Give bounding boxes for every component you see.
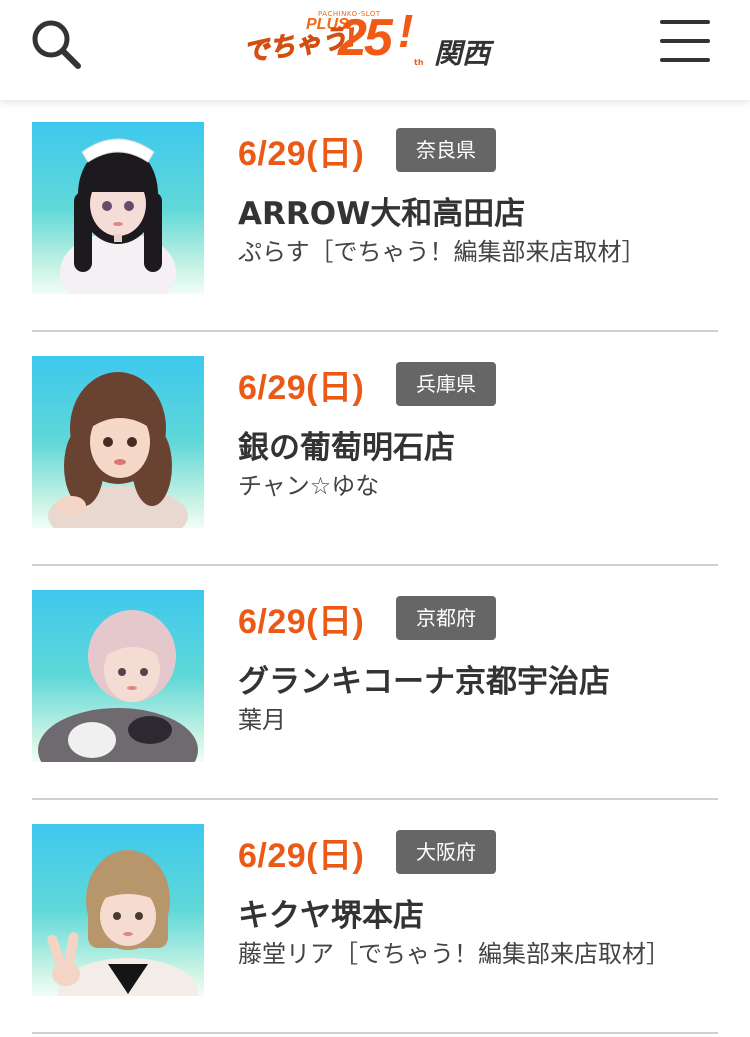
talent-photo[interactable] xyxy=(32,356,204,528)
hamburger-menu-icon xyxy=(660,18,714,66)
talent-photo[interactable] xyxy=(32,590,204,762)
talent-name: ぷらす［でちゃう！編集部来店取材］ xyxy=(238,238,646,266)
site-header: PACHINKO-SLOT PLUS でちゃう! 25 ! th 関西 xyxy=(0,0,750,100)
list-item[interactable]: 6/29(日) 京都府 グランキコーナ京都宇治店 葉月 xyxy=(32,590,718,800)
logo-th: th xyxy=(414,58,424,67)
talent-name: 藤堂リア［でちゃう！編集部来店取材］ xyxy=(238,940,670,968)
list-item[interactable]: 6/29(日) 大阪府 キクヤ堺本店 藤堂リア［でちゃう！編集部来店取材］ xyxy=(32,824,718,1034)
event-date: 6/29(日) xyxy=(238,135,365,173)
logo-exclaim: ! xyxy=(398,5,414,57)
prefecture-badge: 兵庫県 xyxy=(396,362,496,406)
store-name[interactable]: 銀の葡萄明石店 xyxy=(238,422,455,467)
prefecture-badge: 京都府 xyxy=(396,596,496,640)
talent-name: チャン☆ゆな xyxy=(238,472,380,500)
event-date: 6/29(日) xyxy=(238,603,365,641)
talent-photo[interactable] xyxy=(32,824,204,996)
store-name[interactable]: グランキコーナ京都宇治店 xyxy=(238,656,610,701)
logo-number: 25 xyxy=(338,9,393,67)
event-date: 6/29(日) xyxy=(238,369,365,407)
talent-photo[interactable] xyxy=(32,122,204,294)
logo-region: 関西 xyxy=(434,37,491,70)
site-logo[interactable]: PACHINKO-SLOT PLUS でちゃう! 25 ! th 関西 xyxy=(241,5,506,72)
event-date: 6/29(日) xyxy=(238,837,365,875)
list-item[interactable]: 6/29(日) 奈良県 ARROW大和高田店 ぷらす［でちゃう！編集部来店取材］ xyxy=(32,122,718,332)
list-item[interactable]: 6/29(日) 兵庫県 銀の葡萄明石店 チャン☆ゆな xyxy=(32,356,718,566)
store-name[interactable]: キクヤ堺本店 xyxy=(238,890,424,935)
search-button[interactable] xyxy=(28,16,86,74)
store-name[interactable]: ARROW大和高田店 xyxy=(238,188,525,233)
search-icon xyxy=(32,20,81,69)
talent-name: 葉月 xyxy=(238,706,286,734)
prefecture-badge: 奈良県 xyxy=(396,128,496,172)
menu-button[interactable] xyxy=(660,18,714,66)
prefecture-badge: 大阪府 xyxy=(396,830,496,874)
